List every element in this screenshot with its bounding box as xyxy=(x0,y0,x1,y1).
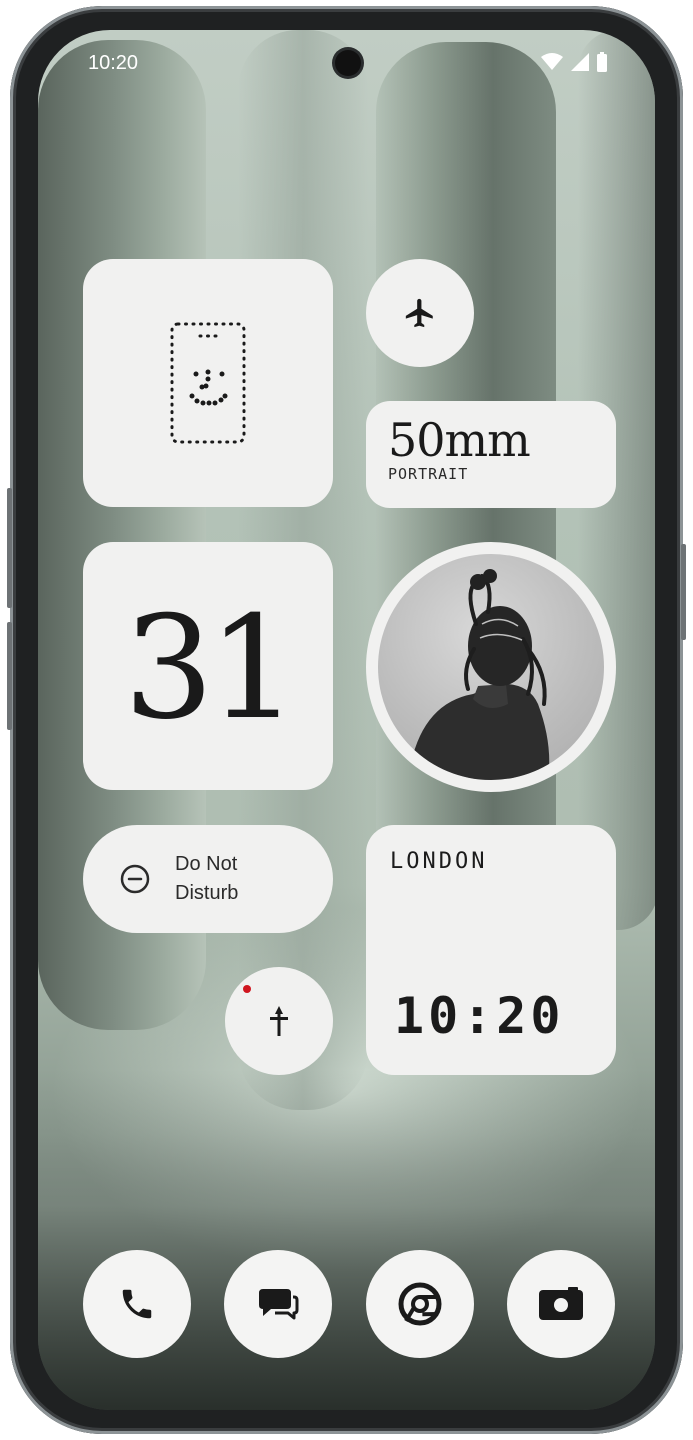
portrait-photo xyxy=(378,554,604,780)
photo-widget[interactable] xyxy=(366,542,616,792)
lens-focal-length: 50mm xyxy=(388,413,531,467)
airplane-icon xyxy=(405,298,433,328)
phone-app-button[interactable] xyxy=(83,1250,191,1358)
smiley-widget[interactable] xyxy=(83,259,333,507)
volume-up-button xyxy=(7,488,12,608)
minus-circle-icon xyxy=(120,864,150,894)
chrome-icon xyxy=(398,1282,442,1326)
date-day: 31 xyxy=(123,586,299,751)
power-button xyxy=(681,544,686,640)
date-widget[interactable]: 31 xyxy=(83,542,333,790)
airplane-mode-toggle[interactable] xyxy=(366,259,474,367)
volume-down-button xyxy=(7,622,12,730)
home-screen: 10:20 50mm PORTRAIT 31 Do Not Disturb LO… xyxy=(38,30,655,1410)
chrome-app-button[interactable] xyxy=(365,1250,474,1358)
shortcut-button[interactable] xyxy=(225,967,333,1075)
app-dock xyxy=(83,1250,615,1358)
messages-icon xyxy=(259,1289,299,1320)
cellular-signal-icon xyxy=(571,53,589,71)
camera-lens-widget[interactable]: 50mm PORTRAIT xyxy=(366,401,616,508)
clock-city: LONDON xyxy=(390,849,488,874)
portrait-photo-illustration xyxy=(408,569,550,780)
do-not-disturb-toggle[interactable]: Do Not Disturb xyxy=(83,825,333,933)
camera-icon xyxy=(538,1287,583,1320)
wifi-icon xyxy=(541,53,563,70)
dnd-label-line2: Disturb xyxy=(175,882,239,904)
wallpaper-shadow xyxy=(38,1070,655,1410)
dagger-shortcut-icon xyxy=(270,1006,288,1036)
dot-matrix-smiley-phone-icon xyxy=(170,322,246,444)
status-icons xyxy=(541,52,607,72)
messages-app-button[interactable] xyxy=(224,1250,333,1358)
battery-icon xyxy=(597,52,607,72)
camera-app-button[interactable] xyxy=(506,1250,615,1358)
phone-icon xyxy=(122,1289,152,1319)
world-clock-widget[interactable]: LONDON 10:20 xyxy=(366,825,616,1075)
clock-time: 10:20 xyxy=(394,987,565,1045)
dnd-label-line1: Do Not xyxy=(175,853,238,875)
front-camera xyxy=(335,50,361,76)
notification-dot xyxy=(243,985,251,993)
dnd-label: Do Not Disturb xyxy=(175,850,238,908)
status-time: 10:20 xyxy=(88,52,139,74)
